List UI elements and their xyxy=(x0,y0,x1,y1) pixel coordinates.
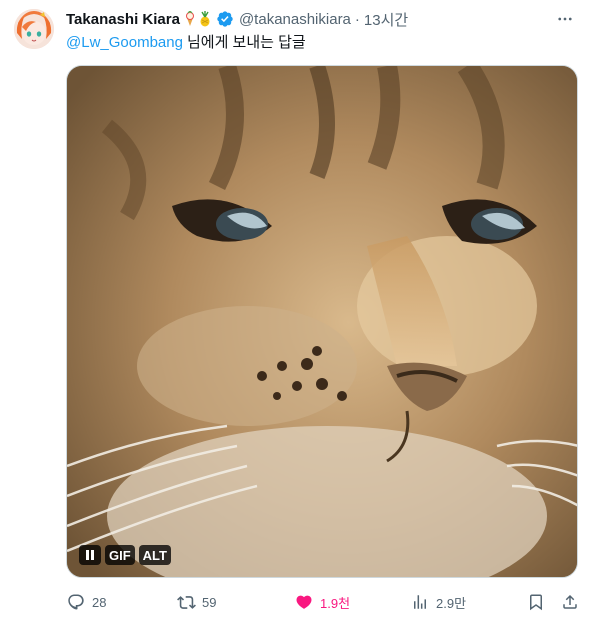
like-button[interactable]: 1.9천 xyxy=(294,590,350,614)
heart-filled-icon xyxy=(294,592,314,612)
cat-gif-image xyxy=(67,66,577,577)
author-handle[interactable]: @takanashikiara xyxy=(239,11,351,28)
ice-cream-pineapple-icon xyxy=(185,11,194,26)
bookmark-icon xyxy=(526,592,546,612)
pineapple-icon xyxy=(200,11,210,27)
views-chart-icon xyxy=(410,592,430,612)
like-count: 1.9천 xyxy=(320,595,351,611)
reply-button[interactable]: 28 xyxy=(66,590,106,614)
avatar[interactable] xyxy=(14,9,54,49)
retweet-button[interactable]: 59 xyxy=(176,590,216,614)
retweet-count: 59 xyxy=(202,594,217,610)
reply-icon xyxy=(66,592,86,612)
pause-icon xyxy=(86,550,94,560)
tweet: Takanashi Kiara @takanashikiara · 13시간 @… xyxy=(0,0,590,619)
separator-dot: · xyxy=(354,10,360,28)
reply-context: @Lw_Goombang 님에게 보내는 답글 xyxy=(66,31,306,52)
name-emoji xyxy=(184,11,212,27)
author-name[interactable]: Takanashi Kiara xyxy=(66,11,180,28)
share-icon xyxy=(560,592,580,612)
reply-mention-link[interactable]: @Lw_Goombang xyxy=(66,34,183,51)
views-count: 2.9만 xyxy=(436,595,467,611)
share-button[interactable] xyxy=(560,590,580,614)
views-button[interactable]: 2.9만 xyxy=(410,590,466,614)
gif-media[interactable]: GIF ALT xyxy=(66,65,578,578)
media-controls: GIF ALT xyxy=(79,545,171,565)
tweet-time[interactable]: 13시간 xyxy=(364,9,408,30)
alt-text-badge[interactable]: ALT xyxy=(138,545,171,565)
bookmark-button[interactable] xyxy=(526,590,546,614)
verified-badge-icon[interactable] xyxy=(216,10,234,28)
tweet-header: Takanashi Kiara @takanashikiara · 13시간 xyxy=(66,8,576,30)
pause-button[interactable] xyxy=(79,545,101,565)
more-options-icon[interactable] xyxy=(554,8,576,30)
tweet-actions: 28 59 1.9천 2.9만 xyxy=(66,590,578,614)
reply-count: 28 xyxy=(92,594,107,610)
gif-badge[interactable]: GIF xyxy=(105,545,135,565)
retweet-icon xyxy=(176,592,196,612)
reply-context-text: 님에게 보내는 답글 xyxy=(186,34,306,51)
